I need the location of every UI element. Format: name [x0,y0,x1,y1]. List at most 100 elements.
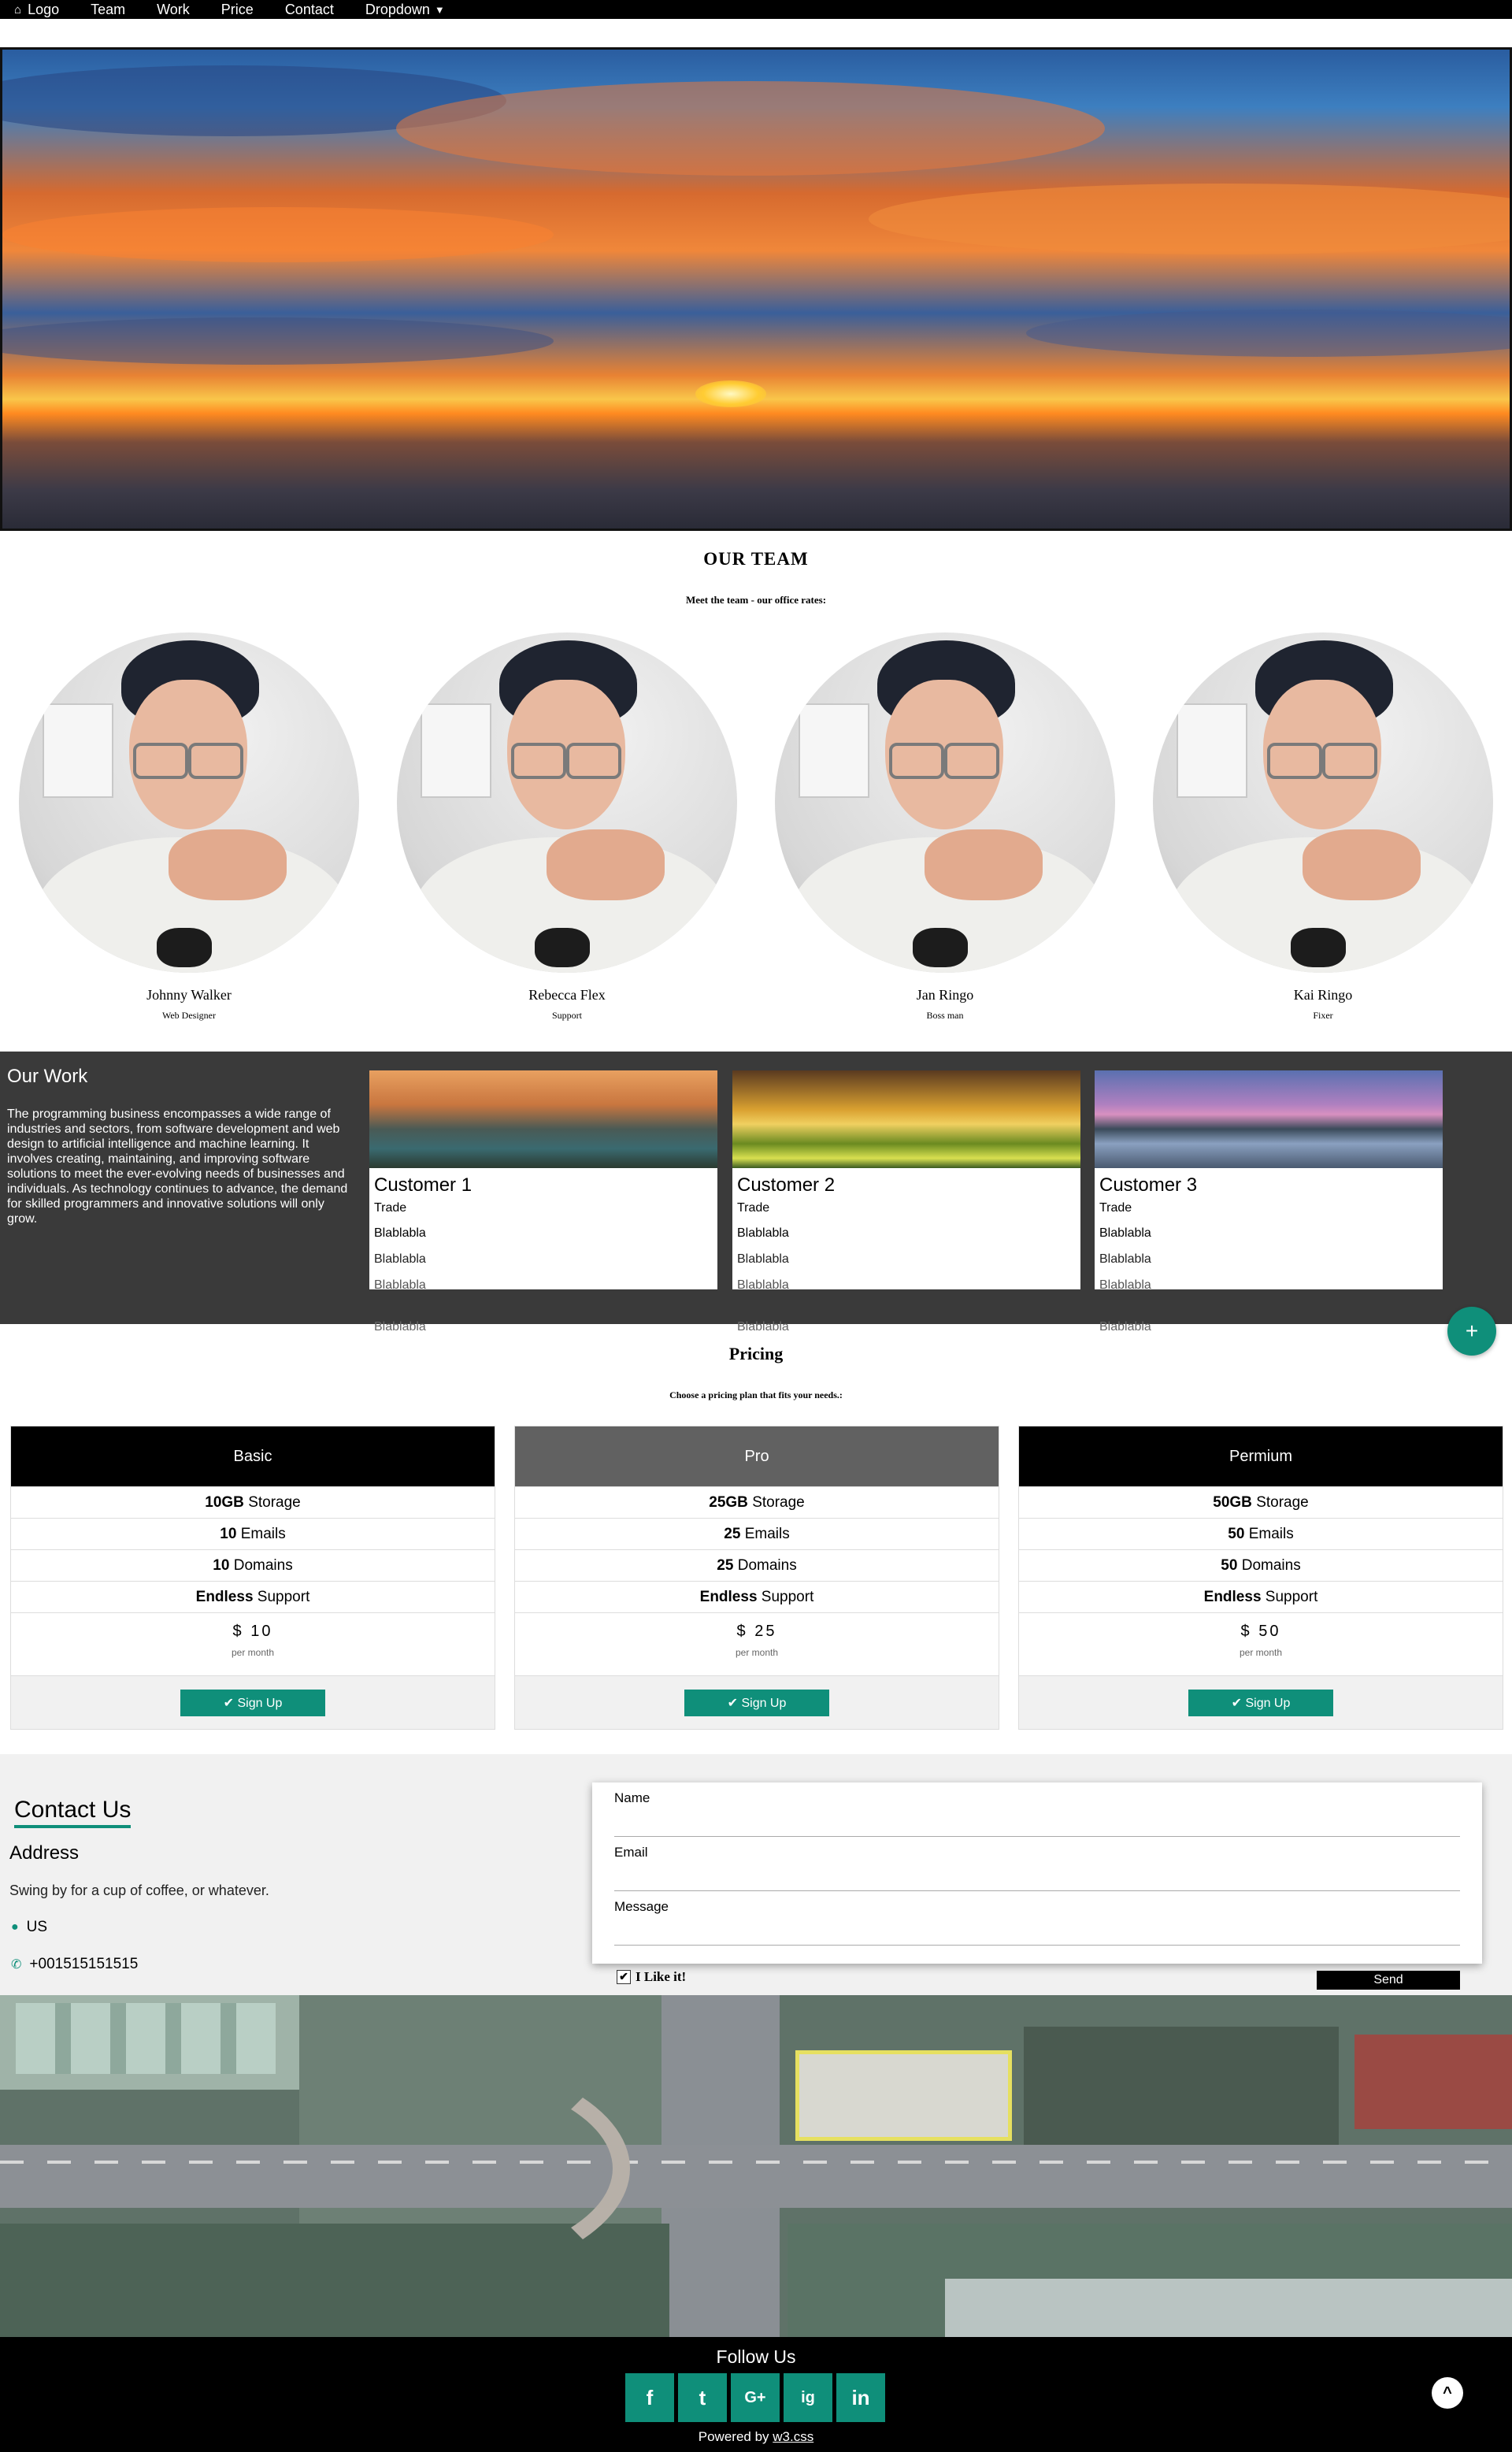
contact-section: Contact Us Address Swing by for a cup of… [0,1754,1512,1995]
feature-label: Domains [737,1556,797,1574]
team-member: Jan Ringo Boss man [775,632,1115,1022]
sun-shape [695,380,766,407]
member-name: Jan Ringo [916,987,974,1003]
team-title: OUR TEAM [703,549,809,569]
scroll-to-top-button[interactable]: ^ [1432,2377,1463,2409]
pricing-title: Pricing [728,1344,784,1363]
nav-item-price[interactable]: Price [221,2,254,18]
nav-item-work[interactable]: Work [157,2,190,18]
pricing-subtitle: Choose a pricing plan that fits your nee… [669,1389,843,1400]
price-amount: $ 25 [736,1623,777,1640]
team-member: Rebecca Flex Support [397,632,737,1022]
phone-icon: ✆ [11,1958,22,1972]
feature-label: Support [761,1588,814,1605]
customer-card[interactable]: Customer 1 Trade Blablabla Blablabla Bla… [369,1070,717,1334]
feature-value: 25 [724,1525,741,1542]
customer-card[interactable]: Customer 3 Trade Blablabla Blablabla Bla… [1095,1070,1443,1334]
message-field[interactable]: Message [614,1891,1460,1946]
feature-value: 25GB [709,1493,748,1511]
feature-value: 25 [717,1556,734,1574]
checkbox-checked-icon: ✔ [617,1970,631,1984]
card-line: Blablabla [1099,1252,1151,1266]
card-tag: Trade [1099,1201,1132,1215]
member-role: Fixer [1313,1010,1333,1021]
customer-image [732,1070,1080,1168]
feature-label: Support [1265,1588,1318,1605]
location: ● US [11,1919,47,1936]
twitter-icon[interactable]: t [678,2373,727,2422]
instagram-icon[interactable]: ig [784,2373,832,2422]
plan-feature: Endless Support [1019,1581,1503,1612]
avatar [19,632,359,973]
facebook-icon[interactable]: f [625,2373,674,2422]
card-line: Blablabla [737,1226,789,1240]
team-subtitle: Meet the team - our office rates: [685,594,827,606]
feature-value: Endless [1203,1588,1262,1605]
feature-label: Storage [752,1493,805,1511]
feature-value: Endless [699,1588,758,1605]
google-plus-icon[interactable]: G+ [731,2373,780,2422]
customer-image [369,1070,717,1168]
nav-logo-label: Logo [28,1,60,17]
feature-label: Storage [248,1493,301,1511]
name-field[interactable]: Name [614,1782,1460,1837]
nav-dropdown[interactable]: Dropdown ▼ [365,2,445,18]
card-title: Customer 3 [1099,1174,1198,1196]
contact-title: Contact Us [14,1797,132,1828]
sign-up-button[interactable]: ✔ Sign Up [684,1689,829,1716]
nav-item-team[interactable]: Team [91,2,125,18]
linkedin-icon[interactable]: in [836,2373,885,2422]
like-checkbox[interactable]: ✔ I Like it! [617,1969,686,1985]
nav-logo[interactable]: ⌂ Logo [14,2,59,18]
price-period: per month [735,1647,779,1658]
feature-value: 10 [220,1525,237,1542]
plan-price: $ 25 per month [515,1612,999,1675]
card-tag: Trade [374,1201,407,1215]
card-line: Blablabla [374,1252,426,1266]
follow-title: Follow Us [716,2346,796,2367]
card-line: Blablabla [374,1226,426,1240]
sign-up-button[interactable]: ✔ Sign Up [180,1689,325,1716]
send-button[interactable]: Send [1317,1971,1460,1990]
feature-label: Domains [233,1556,293,1574]
plan-name: Pro [515,1426,999,1486]
hero-sunset-image [0,47,1512,531]
nav-item-contact[interactable]: Contact [285,2,334,18]
feature-label: Emails [1248,1525,1294,1542]
team-member: Kai Ringo Fixer [1153,632,1493,1022]
phone-text: +001515151515 [29,1956,139,1972]
powered-prefix: Powered by [698,2429,773,2444]
top-navbar: ⌂ Logo Team Work Price Contact Dropdown … [0,0,1512,19]
address-heading: Address [9,1842,80,1864]
card-line: Blablabla [374,1320,426,1334]
feature-value: 10 [213,1556,230,1574]
plan-price: $ 50 per month [1019,1612,1503,1675]
member-name: Kai Ringo [1293,987,1353,1003]
plan-footer: ✔ Sign Up [11,1675,495,1729]
work-description: The programming business encompasses a w… [7,1107,348,1226]
feature-value: 50GB [1213,1493,1252,1511]
card-line: Blablabla [737,1320,789,1334]
social-links: f t G+ ig in [625,2373,885,2422]
home-icon: ⌂ [14,2,22,17]
sign-up-button[interactable]: ✔ Sign Up [1188,1689,1333,1716]
member-name: Rebecca Flex [528,987,606,1003]
avatar [1153,632,1493,973]
member-name: Johnny Walker [146,987,232,1003]
card-title: Customer 1 [374,1174,472,1196]
aerial-city-image [0,1995,1512,2337]
plan-feature: 50GB Storage [1019,1486,1503,1518]
plan-name: Basic [11,1426,495,1486]
card-tag: Trade [737,1201,770,1215]
member-role: Support [551,1010,582,1021]
feature-value: 50 [1228,1525,1245,1542]
contact-tagline: Swing by for a cup of coffee, or whateve… [9,1883,269,1898]
price-period: per month [231,1647,275,1658]
price-amount: $ 50 [1240,1623,1281,1640]
w3css-link[interactable]: w3.css [773,2429,813,2444]
customer-card[interactable]: Customer 2 Trade Blablabla Blablabla Bla… [732,1070,1080,1334]
team-member: Johnny Walker Web Designer [19,632,359,1022]
card-line: Blablabla [737,1278,789,1292]
card-line: Blablabla [737,1252,789,1266]
email-field[interactable]: Email [614,1837,1460,1891]
